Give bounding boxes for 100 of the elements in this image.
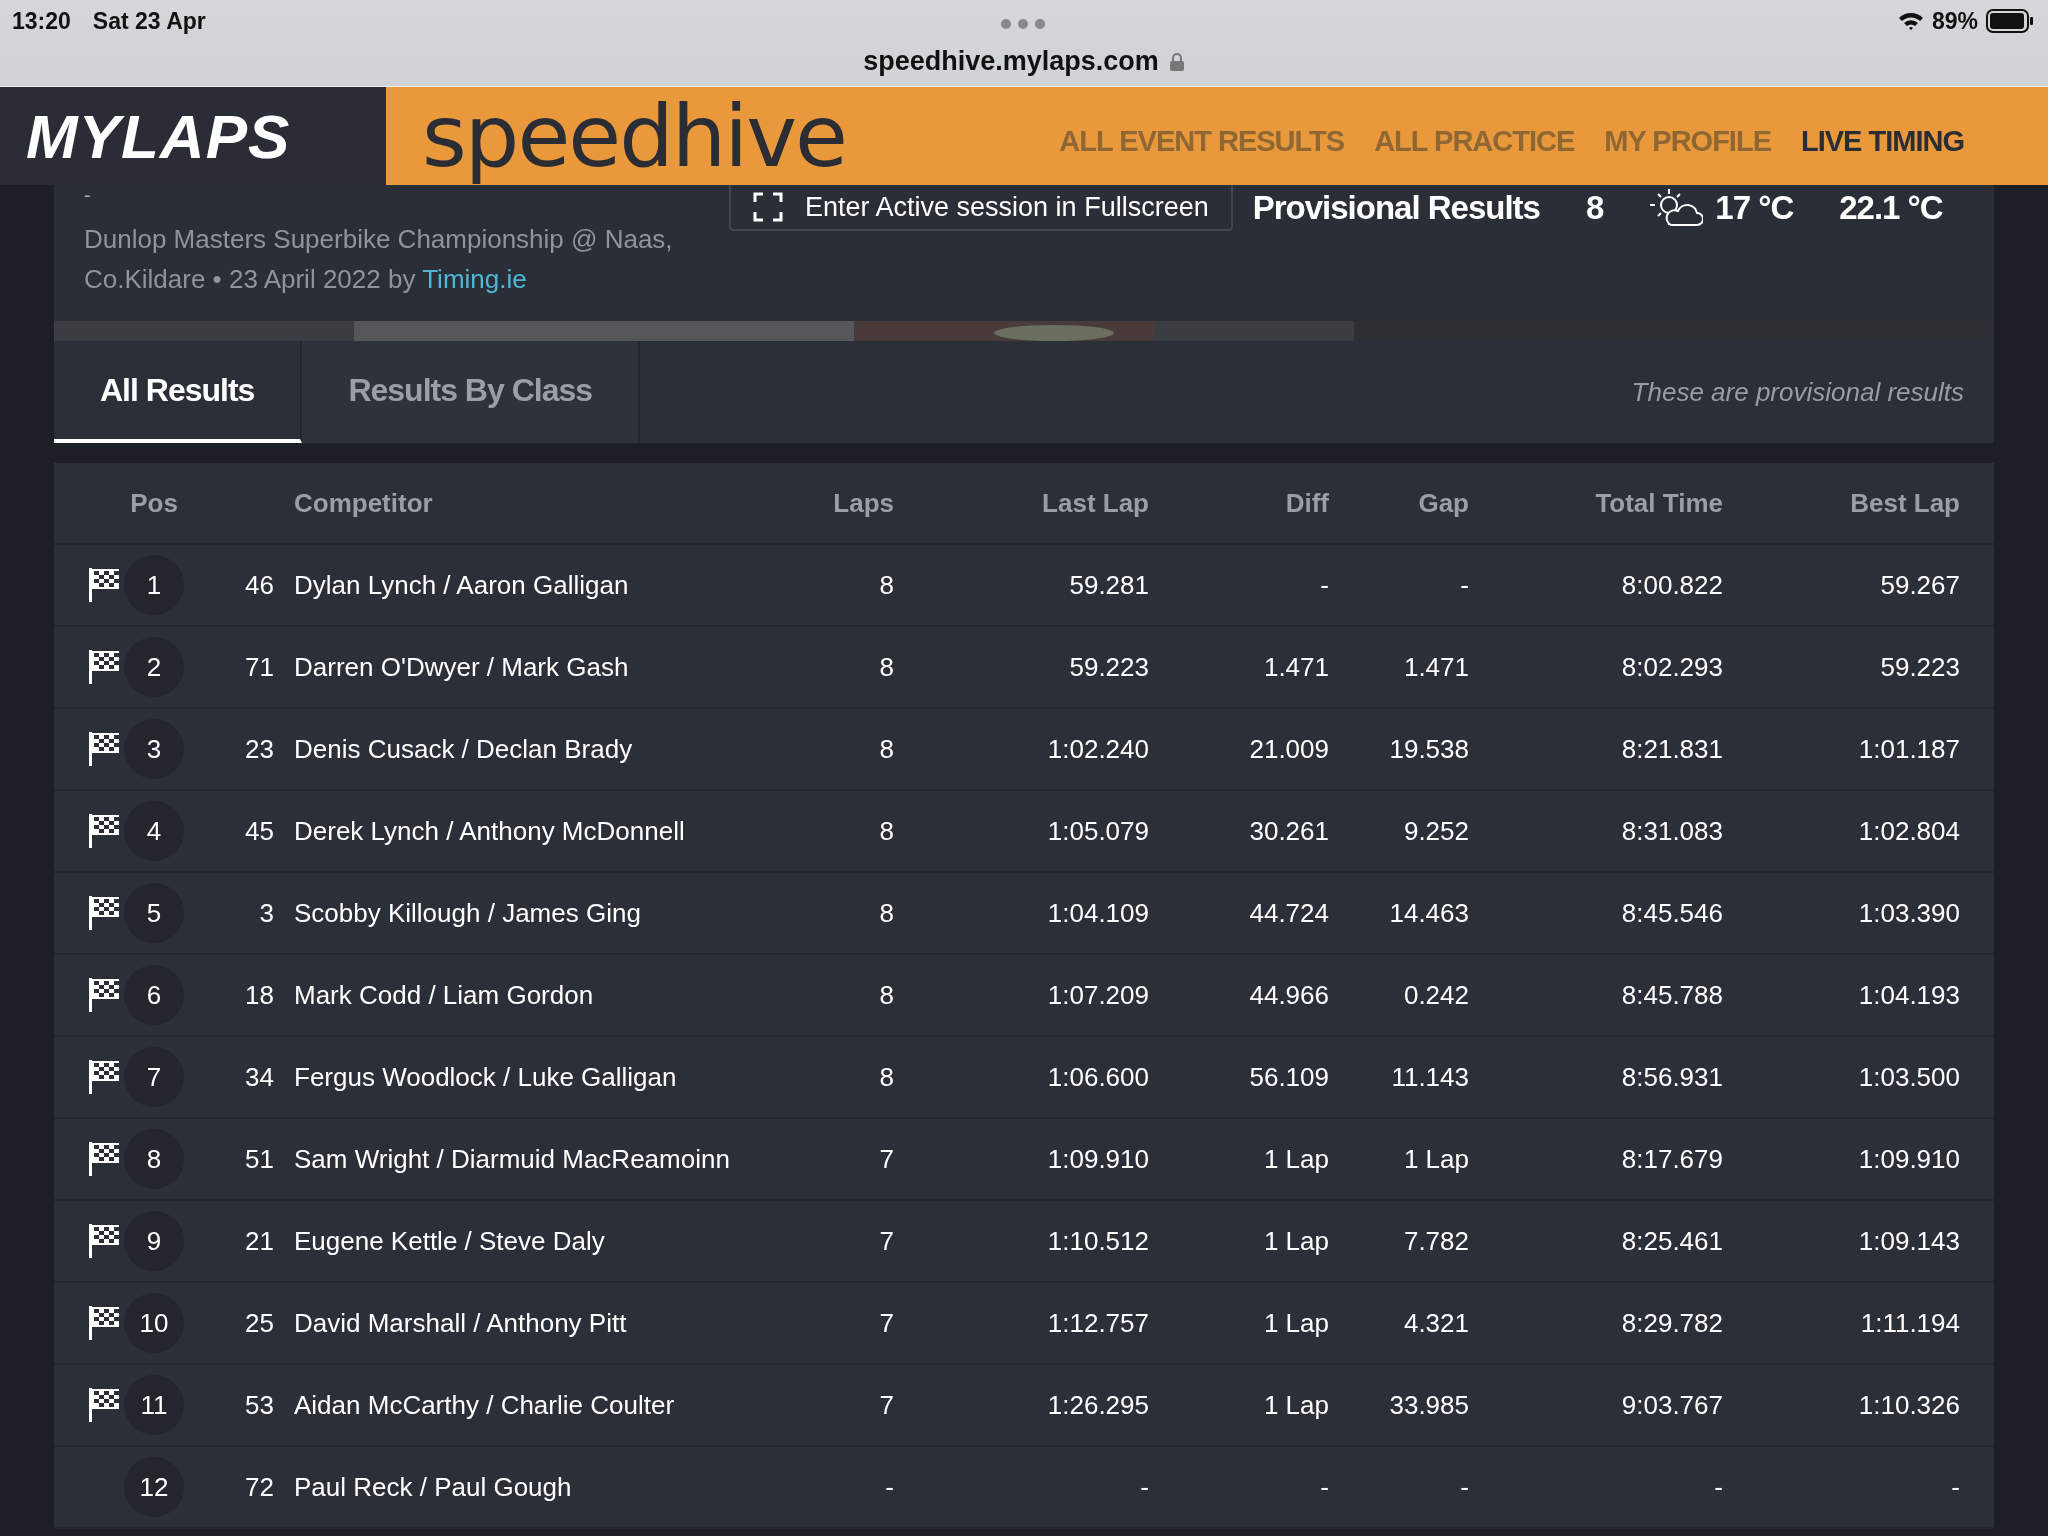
table-cell-text: 1 Lap <box>1262 1143 1330 1175</box>
table-cell-text: 1 Lap <box>1402 1143 1470 1175</box>
table-cell-text: 1:10.512 <box>1046 1225 1150 1257</box>
table-cell-text: - <box>1459 569 1470 601</box>
provisional-note: These are provisional results <box>1631 376 1965 408</box>
table-cell-text: 8 <box>878 733 895 765</box>
table-cell-text: 1:09.143 <box>1857 1225 1961 1257</box>
column-header: Total Time <box>1594 487 1724 519</box>
table-cell-text: 8 <box>878 979 895 1011</box>
competitor-name: Aidan McCarthy / Charlie Coulter <box>294 1389 676 1421</box>
table-cell-text: 1:12.757 <box>1046 1307 1150 1339</box>
competitor-name: Mark Codd / Liam Gordon <box>294 979 595 1011</box>
position-badge: 5 <box>124 883 184 943</box>
table-cell-text: 1:09.910 <box>1857 1143 1961 1175</box>
bike-number: 45 <box>244 815 275 847</box>
bike-number: 53 <box>244 1389 275 1421</box>
bike-number: 18 <box>244 979 275 1011</box>
table-cell-text: 1 Lap <box>1262 1307 1330 1339</box>
table-cell-text: - <box>1950 1471 1961 1503</box>
table-cell-text: 8 <box>878 569 895 601</box>
table-cell-text: 11.143 <box>1390 1061 1470 1093</box>
fullscreen-icon <box>753 192 783 222</box>
table-cell-text: 9:03.767 <box>1620 1389 1724 1421</box>
column-header: Best Lap <box>1849 487 1961 519</box>
table-cell-text: 19.538 <box>1388 733 1470 765</box>
competitor-name: Derek Lynch / Anthony McDonnell <box>294 815 686 847</box>
competitor-name: Paul Reck / Paul Gough <box>294 1471 573 1503</box>
column-header: Diff <box>1284 487 1330 519</box>
table-cell-text: 8 <box>878 651 895 683</box>
table-cell-text: 56.109 <box>1248 1061 1330 1093</box>
event-dash: - <box>84 185 92 205</box>
bike-number: 72 <box>244 1471 275 1503</box>
table-cell-text: 8 <box>878 815 895 847</box>
speedhive-logo[interactable]: speedhive <box>422 86 846 186</box>
table-cell-text: 1:04.109 <box>1046 897 1150 929</box>
table-cell-text: 1:05.079 <box>1046 815 1150 847</box>
table-cell-text: 8:25.461 <box>1620 1225 1724 1257</box>
table-cell-text: - <box>1713 1471 1724 1503</box>
position-badge: 10 <box>124 1293 184 1353</box>
table-cell-text: 1.471 <box>1402 651 1470 683</box>
table-cell-text: 8:00.822 <box>1620 569 1724 601</box>
position-badge: 7 <box>124 1047 184 1107</box>
table-cell-text: 1:02.240 <box>1046 733 1150 765</box>
table-cell-text: 1:10.326 <box>1857 1389 1961 1421</box>
position-badge: 12 <box>124 1457 184 1517</box>
column-header: Laps <box>832 487 895 519</box>
wifi-icon <box>1897 11 1924 31</box>
table-cell-text: - <box>884 1471 895 1503</box>
table-cell-text: 7 <box>878 1143 895 1175</box>
position-badge: 1 <box>124 555 184 615</box>
table-cell-text: 8:17.679 <box>1620 1143 1724 1175</box>
competitor-name: Dylan Lynch / Aaron Galligan <box>294 569 630 601</box>
table-cell-text: 1:06.600 <box>1046 1061 1150 1093</box>
table-cell-text: 8:56.931 <box>1620 1061 1724 1093</box>
competitor-name: David Marshall / Anthony Pitt <box>294 1307 628 1339</box>
url-text[interactable]: speedhive.mylaps.com <box>863 46 1159 77</box>
table-cell-text: 1 Lap <box>1262 1225 1330 1257</box>
event-description: Dunlop Masters Superbike Championship @ Naas, Co.Kildare • 23 April 2022 by Timing.ie <box>84 223 674 296</box>
table-cell-text: 8:45.788 <box>1620 979 1724 1011</box>
lap-count: 8 <box>1585 189 1604 227</box>
table-cell-text: 8:29.782 <box>1620 1307 1724 1339</box>
table-cell-text: 59.223 <box>1879 651 1961 683</box>
table-cell-text: 14.463 <box>1388 897 1470 929</box>
more-dots-icon[interactable] <box>1000 18 1046 30</box>
table-cell-text: 7 <box>878 1225 895 1257</box>
air-temperature: 17 °C <box>1715 189 1794 227</box>
table-cell-text: 44.724 <box>1248 897 1330 929</box>
competitor-name: Fergus Woodlock / Luke Galligan <box>294 1061 678 1093</box>
table-cell-text: 59.281 <box>1068 569 1150 601</box>
table-cell-text: 1:03.500 <box>1857 1061 1961 1093</box>
table-cell-text: 21.009 <box>1248 733 1330 765</box>
organizer-link[interactable]: Timing.ie <box>422 264 527 294</box>
bike-number: 51 <box>244 1143 275 1175</box>
position-badge: 11 <box>124 1375 184 1435</box>
results-tab[interactable]: All Results <box>54 341 303 443</box>
table-cell-text: 8 <box>878 1061 895 1093</box>
column-header: Gap <box>1417 487 1470 519</box>
bike-number: 71 <box>244 651 275 683</box>
competitor-name: Darren O'Dwyer / Mark Gash <box>294 651 630 683</box>
column-header: Competitor <box>294 487 434 519</box>
bike-number: 23 <box>244 733 275 765</box>
bike-number: 21 <box>244 1225 275 1257</box>
table-cell-text: 33.985 <box>1388 1389 1470 1421</box>
table-cell-text: 8 <box>878 897 895 929</box>
column-header: Pos <box>129 487 179 519</box>
track-temperature: 22.1 °C <box>1839 189 1943 227</box>
table-cell-text: 8:45.546 <box>1620 897 1724 929</box>
table-cell-text: 8:21.831 <box>1620 733 1724 765</box>
table-cell-text: 1:02.804 <box>1857 815 1961 847</box>
table-cell-text: 7 <box>878 1389 895 1421</box>
table-cell-text: - <box>1319 1471 1330 1503</box>
table-cell-text: 7 <box>878 1307 895 1339</box>
position-badge: 9 <box>124 1211 184 1271</box>
table-cell-text: 1:04.193 <box>1857 979 1961 1011</box>
nav-link[interactable]: LIVE TIMING <box>1801 124 1964 158</box>
position-badge: 3 <box>124 719 184 779</box>
table-cell-text: - <box>1139 1471 1150 1503</box>
table-cell-text: 44.966 <box>1248 979 1330 1011</box>
competitor-name: Denis Cusack / Declan Brady <box>294 733 634 765</box>
fullscreen-button[interactable]: Enter Active session in Fullscreen <box>729 185 1233 231</box>
